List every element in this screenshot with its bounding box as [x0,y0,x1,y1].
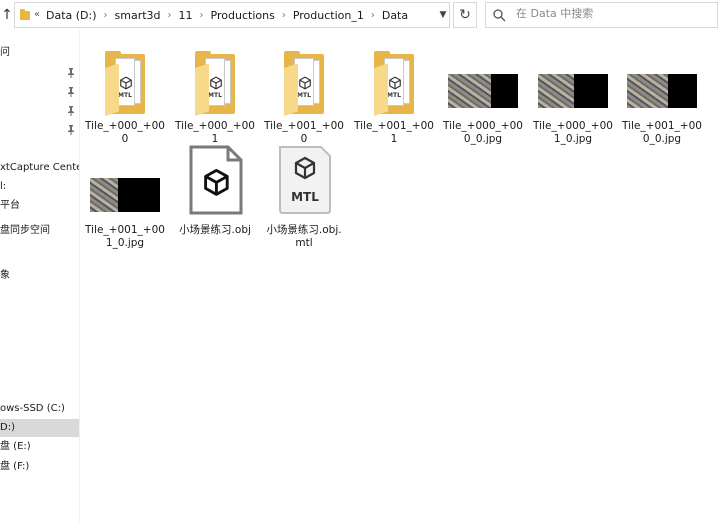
file-name: Tile_+001_+001 [354,120,434,145]
breadcrumb-separator-icon[interactable]: › [104,10,108,21]
mtl-text: MTL [297,92,311,99]
file-item[interactable]: MTL Tile_+001_+001 [351,40,437,146]
image-thumbnail-icon [440,40,526,120]
pin-icon [68,106,74,116]
folder-icon: MTL [351,40,437,120]
nav-item-label: ows-SSD (C:) [0,403,65,414]
refresh-button[interactable]: ↻ [453,2,477,28]
nav-item[interactable] [0,121,79,139]
address-bar[interactable]: « Data (D:) › smart3d › 11 › Productions › Produ… [14,2,450,28]
nav-item[interactable]: 盘 (F:) [0,458,79,476]
nav-item[interactable]: l: [0,178,79,196]
image-thumbnail-icon [530,40,616,120]
file-name: Tile_+001_+001_0.jpg [85,224,165,249]
file-name: Tile_+000_+001 [175,120,255,145]
file-name: Tile_+001_+000_0.jpg [622,120,702,145]
breadcrumb-item[interactable]: Productions [211,9,275,22]
pin-icon [68,125,74,135]
file-item[interactable]: MTL Tile_+000_+000 [82,40,168,146]
image-thumbnail-icon [82,144,168,224]
folder-icon: MTL [261,40,347,120]
file-item[interactable]: Tile_+001_+000_0.jpg [619,40,705,146]
file-item[interactable]: Tile_+000_+000_0.jpg [440,40,526,146]
search-box[interactable] [485,2,718,28]
nav-item[interactable]: 问 [0,44,79,62]
address-row: ↑ « Data (D:) › smart3d › 11 › Productions › Pro… [0,0,720,30]
nav-item[interactable] [0,102,79,120]
file-name: Tile_+000_+000 [85,120,165,145]
chevron-down-icon[interactable]: ▼ [435,3,451,27]
nav-item[interactable] [0,83,79,101]
file-item[interactable]: MTL 小场景练习.obj.mtl [261,144,347,250]
breadcrumb-separator-icon[interactable]: › [371,10,375,21]
file-item[interactable]: 小场景练习.obj [172,144,258,237]
breadcrumb-overflow-icon[interactable]: « [34,9,40,20]
search-input[interactable] [516,7,706,20]
breadcrumb-item[interactable]: Data [382,9,408,22]
pin-icon [68,87,74,97]
mtl-icon-text: MTL [291,190,319,204]
nav-item-label: 平台 [0,200,20,211]
nav-item[interactable] [0,64,79,82]
file-name: Tile_+001_+000 [264,120,344,145]
file-item[interactable]: MTL Tile_+000_+001 [172,40,258,146]
folder-icon [20,9,30,20]
nav-item-label: 象 [0,270,10,281]
breadcrumb-separator-icon[interactable]: › [168,10,172,21]
file-item[interactable]: MTL Tile_+001_+000 [261,40,347,146]
folder-icon: MTL [172,40,258,120]
file-name: 小场景练习.obj.mtl [266,224,342,249]
nav-item[interactable]: D:) [0,419,79,437]
nav-item-label: xtCapture Center [0,162,80,173]
breadcrumb-separator-icon[interactable]: › [282,10,286,21]
breadcrumb-item[interactable]: Production_1 [293,9,364,22]
nav-item[interactable]: 平台 [0,197,79,215]
image-thumbnail-icon [619,40,705,120]
nav-item-label: 盘同步空间 [0,225,50,236]
pin-icon [68,68,74,78]
nav-item-label: 盘 (F:) [0,461,30,472]
up-arrow-icon[interactable]: ↑ [0,5,14,25]
nav-item[interactable]: 盘同步空间 [0,222,79,240]
search-icon [493,9,506,22]
nav-item-label: 问 [0,47,10,58]
mtl-file-icon: MTL [261,144,347,224]
file-name: Tile_+000_+001_0.jpg [533,120,613,145]
navigation-pane: 问 xtCapture Center l: 平台盘同步空间象 ows-SSD (C:) D… [0,30,80,522]
file-view: MTL Tile_+000_+000 MTL Tile_+000_+001 MTL Til… [82,30,720,500]
file-name: Tile_+000_+000_0.jpg [443,120,523,145]
folder-icon: MTL [82,40,168,120]
nav-item[interactable]: 盘 (E:) [0,438,79,456]
file-item[interactable]: Tile_+000_+001_0.jpg [530,40,616,146]
nav-item-label: D:) [0,422,15,433]
nav-item-label: 盘 (E:) [0,441,31,452]
mtl-text: MTL [208,92,222,99]
nav-item[interactable]: ows-SSD (C:) [0,400,79,418]
mtl-text: MTL [387,92,401,99]
breadcrumb-separator-icon[interactable]: › [200,10,204,21]
file-explorer-window: ↑ « Data (D:) › smart3d › 11 › Productions › Pro… [0,0,720,522]
nav-item[interactable]: 象 [0,267,79,285]
nav-item[interactable]: xtCapture Center [0,159,80,177]
breadcrumb: Data (D:) › smart3d › 11 › Productions › Product… [46,3,408,27]
breadcrumb-item[interactable]: 11 [179,9,193,22]
nav-item-label: l: [0,181,7,192]
file-item[interactable]: Tile_+001_+001_0.jpg [82,144,168,250]
file-name: 小场景练习.obj [179,224,251,236]
breadcrumb-item[interactable]: Data (D:) [46,9,97,22]
breadcrumb-item[interactable]: smart3d [115,9,161,22]
mtl-text: MTL [118,92,132,99]
obj-file-icon [172,144,258,224]
